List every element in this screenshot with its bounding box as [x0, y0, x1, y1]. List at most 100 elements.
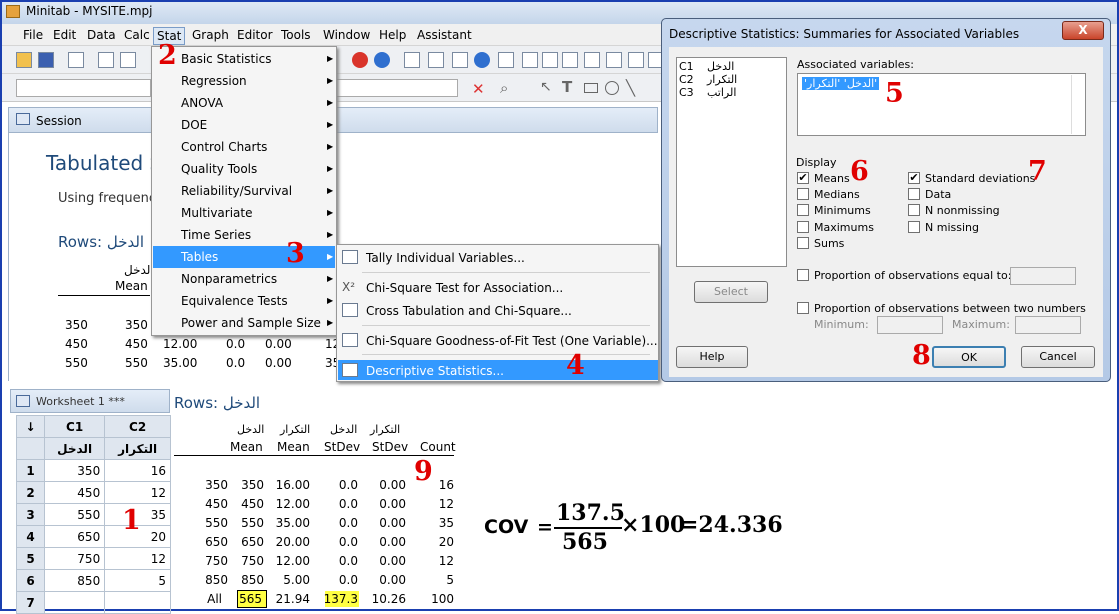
medians-checkbox[interactable]: [797, 188, 809, 200]
grid-icon[interactable]: [628, 52, 644, 68]
print-icon[interactable]: [68, 52, 84, 68]
menu-item-tables[interactable]: Tables: [181, 250, 218, 264]
delete-icon[interactable]: ✕: [472, 80, 485, 98]
maximums-checkbox[interactable]: [797, 221, 809, 233]
variable-id[interactable]: C1: [679, 60, 694, 73]
cut-icon[interactable]: [98, 52, 114, 68]
close-icon[interactable]: X: [1062, 21, 1104, 40]
data-checkbox[interactable]: [908, 188, 920, 200]
menu-tools[interactable]: Tools: [278, 27, 314, 43]
worksheet-cell[interactable]: 450: [43, 481, 106, 504]
submenu-item-tally[interactable]: Tally Individual Variables...: [366, 251, 525, 265]
menu-graph[interactable]: Graph: [189, 27, 232, 43]
variable-name[interactable]: الدخل: [707, 60, 734, 73]
menu-item-equivalence-tests[interactable]: Equivalence Tests: [181, 294, 288, 308]
chart-icon[interactable]: [584, 52, 600, 68]
menu-item-reliability[interactable]: Reliability/Survival: [181, 184, 292, 198]
menu-item-anova[interactable]: ANOVA: [181, 96, 223, 110]
means-checkbox[interactable]: ✔: [797, 172, 809, 184]
line-icon[interactable]: ╲: [626, 79, 635, 97]
report-icon[interactable]: [522, 52, 538, 68]
submenu-item-cross-tabulation[interactable]: Cross Tabulation and Chi-Square...: [366, 304, 572, 318]
menu-item-multivariate[interactable]: Multivariate: [181, 206, 253, 220]
save-icon[interactable]: [38, 52, 54, 68]
help-icon[interactable]: [374, 52, 390, 68]
prop-equal-checkbox[interactable]: [797, 269, 809, 281]
worksheet-cell[interactable]: [43, 591, 106, 614]
copy-icon[interactable]: [120, 52, 136, 68]
menu-data[interactable]: Data: [84, 27, 119, 43]
prop-between-checkbox[interactable]: [797, 302, 809, 314]
n-nonmissing-checkbox[interactable]: [908, 204, 920, 216]
worksheet-cell[interactable]: 12: [104, 547, 171, 570]
menu-assistant[interactable]: Assistant: [414, 27, 475, 43]
worksheet-cell[interactable]: 12: [104, 481, 171, 504]
submenu-item-goodness-of-fit[interactable]: Chi-Square Goodness-of-Fit Test (One Var…: [366, 334, 658, 348]
variable-name[interactable]: الراتب: [707, 86, 736, 99]
worksheet-cell[interactable]: [104, 591, 171, 614]
column-header[interactable]: C1: [43, 415, 106, 438]
pointer-icon[interactable]: ↖: [540, 79, 552, 95]
worksheet-cell[interactable]: 5: [104, 569, 171, 592]
submenu-item-chi-square-association[interactable]: Chi-Square Test for Association...: [366, 281, 563, 295]
graphs-icon[interactable]: [452, 52, 468, 68]
history-icon[interactable]: [498, 52, 514, 68]
column-name[interactable]: الدخل: [43, 437, 106, 460]
worksheet-icon-btn[interactable]: [428, 52, 444, 68]
output-cell: 450: [241, 497, 264, 511]
menu-editor[interactable]: Editor: [234, 27, 276, 43]
menu-item-time-series[interactable]: Time Series: [181, 228, 251, 242]
cancel-button[interactable]: Cancel: [1021, 346, 1095, 368]
layout-icon[interactable]: [562, 52, 578, 68]
menu-item-power-sample-size[interactable]: Power and Sample Size: [181, 316, 321, 330]
worksheet-grid[interactable]: ↓ C1 C2 الدخل التكرار 1 350 16 2 450 12 3 550 35 …: [16, 415, 171, 614]
menu-item-regression[interactable]: Regression: [181, 74, 247, 88]
info-icon[interactable]: [474, 52, 490, 68]
associated-variables-value[interactable]: 'الدخل' 'التكرار': [802, 77, 880, 90]
cancel-icon[interactable]: [352, 52, 368, 68]
menu-item-quality-tools[interactable]: Quality Tools: [181, 162, 257, 176]
worksheet-cell[interactable]: 350: [43, 459, 106, 482]
session-icon-btn[interactable]: [404, 52, 420, 68]
menu-file[interactable]: File: [20, 27, 46, 43]
open-icon[interactable]: [16, 52, 32, 68]
assoc-scrollbar[interactable]: [1071, 75, 1085, 134]
minimum-input[interactable]: [877, 316, 943, 334]
maximum-input[interactable]: [1015, 316, 1081, 334]
ok-button[interactable]: OK: [932, 346, 1006, 368]
worksheet-cell[interactable]: 550: [43, 503, 106, 526]
prop-equal-input[interactable]: [1010, 267, 1076, 285]
worksheet-cell[interactable]: 16: [104, 459, 171, 482]
menu-item-basic-statistics[interactable]: Basic Statistics: [181, 52, 271, 66]
menu-item-control-charts[interactable]: Control Charts: [181, 140, 267, 154]
menu-edit[interactable]: Edit: [50, 27, 79, 43]
stdev-checkbox[interactable]: ✔: [908, 172, 920, 184]
worksheet-cell[interactable]: 850: [43, 569, 106, 592]
menu-item-doe[interactable]: DOE: [181, 118, 207, 132]
n-missing-checkbox[interactable]: [908, 221, 920, 233]
menu-item-nonparametrics[interactable]: Nonparametrics: [181, 272, 277, 286]
sums-checkbox[interactable]: [797, 237, 809, 249]
column-header[interactable]: C2: [104, 415, 171, 438]
menu-help[interactable]: Help: [376, 27, 409, 43]
help-button[interactable]: Help: [676, 346, 748, 368]
variable-name[interactable]: التكرار: [707, 73, 737, 86]
worksheet-cell[interactable]: 650: [43, 525, 106, 548]
minimums-checkbox[interactable]: [797, 204, 809, 216]
graph-combo[interactable]: [336, 79, 458, 97]
new-doc-icon[interactable]: [542, 52, 558, 68]
menu-window[interactable]: Window: [320, 27, 373, 43]
text-icon[interactable]: T: [562, 78, 572, 96]
menu-calc[interactable]: Calc: [121, 27, 153, 43]
zoom-icon[interactable]: ⌕: [500, 79, 508, 97]
select-button[interactable]: Select: [694, 281, 768, 303]
variable-id[interactable]: C3: [679, 86, 694, 99]
submenu-item-descriptive-statistics[interactable]: Descriptive Statistics...: [366, 364, 504, 378]
ellipse-icon[interactable]: [605, 81, 619, 95]
table-icon[interactable]: [606, 52, 622, 68]
rectangle-icon[interactable]: [584, 83, 598, 93]
column-name[interactable]: التكرار: [104, 437, 171, 460]
variable-id[interactable]: C2: [679, 73, 694, 86]
column-combo[interactable]: [16, 79, 151, 97]
worksheet-cell[interactable]: 750: [43, 547, 106, 570]
